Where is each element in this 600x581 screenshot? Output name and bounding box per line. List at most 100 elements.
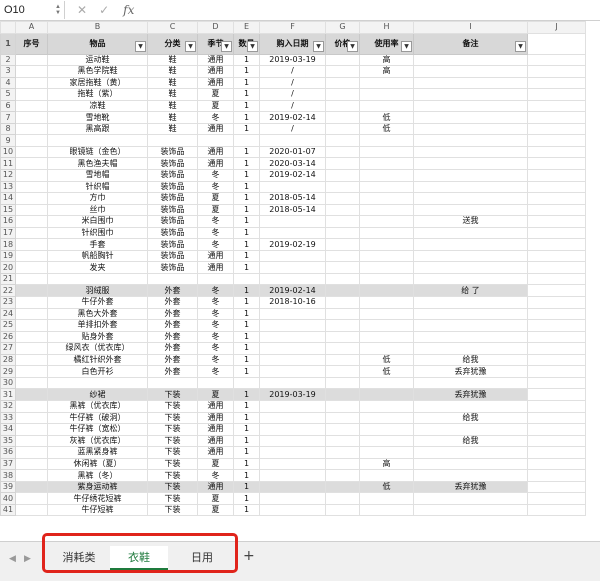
cell-note[interactable] <box>413 296 528 309</box>
cell-usage[interactable] <box>359 99 414 113</box>
cell-usage[interactable] <box>359 423 414 436</box>
cell-season[interactable]: 夏 <box>197 457 234 471</box>
cell-index[interactable] <box>15 111 48 124</box>
cell-season[interactable] <box>197 272 234 286</box>
cell-season[interactable]: 通用 <box>197 261 234 274</box>
add-sheet-icon[interactable]: + <box>243 548 255 564</box>
header-cell-note[interactable]: 备注 ▼ <box>413 32 528 55</box>
cell-qty[interactable]: 1 <box>233 192 260 205</box>
cell-category[interactable]: 外套 <box>147 353 198 367</box>
empty-cell[interactable] <box>527 65 586 78</box>
cell-season[interactable]: 通用 <box>197 65 234 78</box>
cell-season[interactable]: 通用 <box>197 249 234 263</box>
cell-qty[interactable]: 1 <box>233 457 260 471</box>
row-header[interactable]: 5 <box>0 88 16 101</box>
cell-usage[interactable] <box>359 434 414 448</box>
cell-price[interactable] <box>325 353 360 367</box>
row-header[interactable]: 31 <box>0 388 16 401</box>
cell-qty[interactable] <box>233 376 260 390</box>
cell-item[interactable]: 牛仔绣花短裤 <box>47 492 148 505</box>
cell-price[interactable] <box>325 434 360 448</box>
cell-category[interactable]: 下装 <box>147 388 198 401</box>
cell-date[interactable] <box>259 353 326 367</box>
column-header[interactable]: G <box>325 21 360 34</box>
cell-season[interactable]: 冬 <box>197 296 234 309</box>
cell-item[interactable]: 运动鞋 <box>47 53 148 67</box>
filter-dropdown-icon[interactable]: ▼ <box>515 40 526 52</box>
cell-item[interactable]: 绿风衣（优衣库） <box>47 342 148 355</box>
cell-date[interactable]: 2020-01-07 <box>259 145 326 159</box>
cell-price[interactable] <box>325 319 360 332</box>
cell-price[interactable] <box>325 215 360 228</box>
header-cell-price[interactable]: 价格 ▼ <box>325 32 360 55</box>
cell-usage[interactable] <box>359 388 414 401</box>
cell-note[interactable] <box>413 503 528 517</box>
cell-category[interactable]: 下装 <box>147 411 198 425</box>
cell-qty[interactable] <box>233 272 260 286</box>
cell-season[interactable]: 通用 <box>197 434 234 448</box>
cell-index[interactable] <box>15 319 48 332</box>
cell-index[interactable] <box>15 272 48 286</box>
cell-item[interactable]: 凉鞋 <box>47 99 148 113</box>
empty-cell[interactable] <box>527 330 586 344</box>
cell-item[interactable] <box>47 376 148 390</box>
cell-note[interactable] <box>413 111 528 124</box>
cell-usage[interactable] <box>359 215 414 228</box>
cell-item[interactable] <box>47 272 148 286</box>
cell-item[interactable]: 家居拖鞋（黄） <box>47 76 148 90</box>
cell-index[interactable] <box>15 446 48 459</box>
cell-price[interactable] <box>325 157 360 170</box>
cell-note[interactable] <box>413 307 528 321</box>
cell-category[interactable]: 下装 <box>147 399 198 413</box>
cell-category[interactable]: 外套 <box>147 296 198 309</box>
empty-cell[interactable] <box>527 296 586 309</box>
cell-qty[interactable]: 1 <box>233 203 260 217</box>
empty-cell[interactable] <box>527 238 586 251</box>
cell-qty[interactable]: 1 <box>233 249 260 263</box>
column-header[interactable]: A <box>15 21 48 34</box>
cell-season[interactable]: 冬 <box>197 342 234 355</box>
cell-category[interactable]: 下装 <box>147 423 198 436</box>
cell-index[interactable] <box>15 434 48 448</box>
cell-date[interactable]: 2018-05-14 <box>259 203 326 217</box>
tab-prev-icon[interactable]: ◀ <box>9 554 16 564</box>
filter-dropdown-icon[interactable]: ▼ <box>221 40 232 52</box>
row-header[interactable]: 17 <box>0 226 16 240</box>
cell-season[interactable]: 夏 <box>197 492 234 505</box>
cell-price[interactable] <box>325 492 360 505</box>
cell-index[interactable] <box>15 53 48 67</box>
cell-item[interactable]: 帆船胸针 <box>47 249 148 263</box>
cell-date[interactable] <box>259 492 326 505</box>
cell-season[interactable]: 通用 <box>197 446 234 459</box>
cell-price[interactable] <box>325 261 360 274</box>
cell-category[interactable]: 装饰品 <box>147 238 198 251</box>
cell-note[interactable] <box>413 134 528 147</box>
cell-index[interactable] <box>15 330 48 344</box>
cell-price[interactable] <box>325 169 360 182</box>
row-header[interactable]: 7 <box>0 111 16 124</box>
cell-category[interactable] <box>147 272 198 286</box>
empty-cell[interactable] <box>527 53 586 67</box>
row-header[interactable]: 15 <box>0 203 16 217</box>
cell-usage[interactable] <box>359 180 414 194</box>
cell-note[interactable] <box>413 319 528 332</box>
cell-index[interactable] <box>15 480 48 494</box>
cell-note[interactable] <box>413 226 528 240</box>
cell-qty[interactable]: 1 <box>233 365 260 378</box>
cell-index[interactable] <box>15 296 48 309</box>
empty-cell[interactable] <box>527 503 586 517</box>
empty-cell[interactable] <box>527 180 586 194</box>
cell-price[interactable] <box>325 226 360 240</box>
cell-item[interactable]: 黑裤（冬） <box>47 469 148 482</box>
cell-note[interactable] <box>413 446 528 459</box>
cell-season[interactable]: 冬 <box>197 238 234 251</box>
cell-qty[interactable]: 1 <box>233 446 260 459</box>
cell-category[interactable]: 鞋 <box>147 111 198 124</box>
cell-date[interactable] <box>259 249 326 263</box>
cell-price[interactable] <box>325 503 360 517</box>
cell-usage[interactable] <box>359 342 414 355</box>
empty-cell[interactable] <box>527 88 586 101</box>
row-header[interactable]: 11 <box>0 157 16 170</box>
cell-season[interactable] <box>197 376 234 390</box>
cell-category[interactable]: 下装 <box>147 446 198 459</box>
